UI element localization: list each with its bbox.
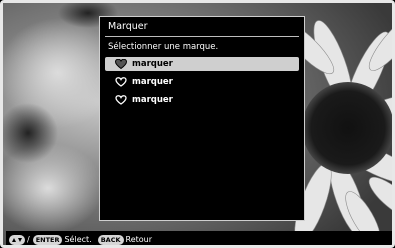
- select-hint-label: Sélect.: [64, 235, 92, 244]
- status-bar: / ENTER Sélect. BACK Retour: [6, 231, 392, 245]
- title-divider: [105, 36, 299, 37]
- mark-option-2[interactable]: marquer: [105, 75, 299, 89]
- mark-option-label: marquer: [132, 95, 173, 105]
- mark-option-label: marquer: [132, 59, 173, 69]
- back-hint-label: Retour: [125, 235, 153, 244]
- arrow-glyphs: [12, 237, 22, 242]
- dialog-title: Marquer: [108, 21, 148, 32]
- mark-option-1[interactable]: marquer: [105, 57, 299, 71]
- mark-option-label: marquer: [132, 77, 173, 87]
- photo-frame-screen: Marquer Sélectionner une marque. marquer…: [0, 0, 395, 248]
- back-key-badge[interactable]: BACK: [97, 234, 124, 245]
- heart-outline-icon: [115, 77, 127, 87]
- separator-slash: /: [27, 235, 30, 244]
- dialog-prompt: Sélectionner une marque.: [108, 42, 219, 52]
- mark-option-3[interactable]: marquer: [105, 93, 299, 107]
- up-down-arrows-icon[interactable]: [9, 234, 25, 245]
- mark-dialog: Marquer Sélectionner une marque. marquer…: [99, 16, 305, 221]
- heart-outline-icon: [115, 95, 127, 105]
- heart-filled-icon: [115, 59, 127, 69]
- enter-key-badge[interactable]: ENTER: [32, 234, 63, 245]
